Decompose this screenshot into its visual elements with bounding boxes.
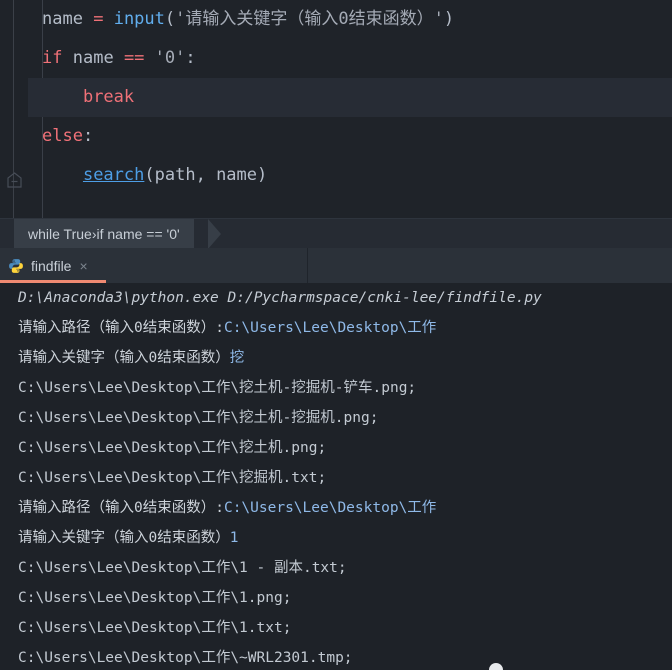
line-else[interactable]: else: [28, 117, 672, 156]
console-result-4[interactable]: C:\Users\Lee\Desktop\工作\挖掘机.txt; [0, 463, 672, 493]
run-tool-tabbar: findfile × [0, 248, 672, 283]
console-result-6[interactable]: C:\Users\Lee\Desktop\工作\1.png; [0, 583, 672, 613]
code-token: ) [443, 9, 455, 29]
code-token: : [185, 48, 196, 68]
console-text: D:\Anaconda3\python.exe D:/Pycharmspace/… [18, 290, 542, 306]
code-text: search(path, name) [42, 156, 267, 195]
code-token: ) [257, 165, 268, 185]
console-result-5[interactable]: C:\Users\Lee\Desktop\工作\1 - 副本.txt; [0, 553, 672, 583]
breadcrumb-tail-arrow [207, 219, 221, 249]
console-result-3[interactable]: C:\Users\Lee\Desktop\工作\挖土机.png; [0, 433, 672, 463]
code-text: name = input('请输入关键字（输入0结束函数）') [42, 0, 454, 39]
console-text: C:\Users\Lee\Desktop\工作\挖土机-挖掘机-铲车.png; [18, 380, 417, 396]
code-token: '0' [154, 48, 186, 68]
console-prompt-keyword-2[interactable]: 请输入关键字（输入0结束函数）1 [0, 523, 672, 553]
console-user-input: 挖 [229, 350, 245, 366]
console-text: 请输入关键字（输入0结束函数） [18, 530, 230, 546]
editor-gutter[interactable] [0, 0, 28, 218]
line-name-input[interactable]: name = input('请输入关键字（输入0结束函数）') [28, 0, 672, 39]
code-token: else [42, 126, 83, 146]
code-link-token[interactable]: search [83, 165, 144, 185]
code-token: , [195, 165, 217, 185]
console-command[interactable]: D:\Anaconda3\python.exe D:/Pycharmspace/… [0, 283, 672, 313]
console-prompt-path-2[interactable]: 请输入路径（输入0结束函数）:C:\Users\Lee\Desktop\工作 [0, 493, 672, 523]
console-prompt-keyword-1[interactable]: 请输入关键字（输入0结束函数）挖 [0, 343, 672, 373]
console-text: C:\Users\Lee\Desktop\工作\~WRL2301.tmp; [18, 650, 353, 666]
code-text: break [42, 78, 134, 117]
code-token: path [154, 165, 196, 185]
console-text: C:\Users\Lee\Desktop\工作\1.txt; [18, 620, 292, 636]
run-console-output[interactable]: D:\Anaconda3\python.exe D:/Pycharmspace/… [0, 283, 672, 670]
breadcrumb-bar: while True › if name == '0' [0, 218, 672, 249]
code-token: name [72, 48, 114, 68]
tab-findfile[interactable]: findfile × [0, 248, 106, 283]
breadcrumb-item[interactable]: if name == '0' [96, 226, 179, 242]
tab-label: findfile [31, 257, 72, 274]
console-result-8[interactable]: C:\Users\Lee\Desktop\工作\~WRL2301.tmp; [0, 643, 672, 670]
code-editor[interactable]: name = input('请输入关键字（输入0结束函数）') if name =… [0, 0, 672, 218]
code-token: input [113, 9, 165, 29]
console-user-input: C:\Users\Lee\Desktop\工作 [223, 320, 437, 336]
console-text: 请输入路径（输入0结束函数）: [18, 500, 224, 516]
code-token: ( [164, 9, 176, 29]
scroll-position-marker [489, 663, 503, 670]
console-prompt-path-1[interactable]: 请输入路径（输入0结束函数）:C:\Users\Lee\Desktop\工作 [0, 313, 672, 343]
pycharm-window: name = input('请输入关键字（输入0结束函数）') if name =… [0, 0, 672, 670]
close-icon[interactable]: × [79, 259, 87, 273]
tabbar-divider [307, 248, 308, 283]
code-token: == [123, 48, 145, 68]
console-user-input: C:\Users\Lee\Desktop\工作 [223, 500, 437, 516]
code-token: break [82, 87, 135, 107]
line-break[interactable]: break [28, 78, 672, 117]
line-search-call[interactable]: search(path, name) [28, 156, 672, 195]
code-token: name [216, 165, 258, 185]
breadcrumb-items: while True › if name == '0' [14, 219, 194, 249]
line-if[interactable]: if name == '0': [28, 39, 672, 78]
console-result-2[interactable]: C:\Users\Lee\Desktop\工作\挖土机-挖掘机.png; [0, 403, 672, 433]
console-text: C:\Users\Lee\Desktop\工作\1 - 副本.txt; [18, 560, 347, 576]
console-text: 请输入关键字（输入0结束函数） [18, 350, 230, 366]
python-file-icon [8, 258, 24, 274]
console-text: 请输入路径（输入0结束函数）: [18, 320, 224, 336]
console-text: C:\Users\Lee\Desktop\工作\挖掘机.txt; [18, 470, 327, 486]
code-fold-marker-icon[interactable] [7, 172, 22, 188]
breadcrumb[interactable]: while True › if name == '0' [14, 219, 221, 249]
code-text: else: [42, 117, 93, 156]
breadcrumb-item[interactable]: while True [28, 226, 92, 242]
console-text: C:\Users\Lee\Desktop\工作\1.png; [18, 590, 292, 606]
code-text: if name == '0': [42, 39, 196, 78]
code-token: if [42, 48, 63, 68]
code-lines-container[interactable]: name = input('请输入关键字（输入0结束函数）') if name =… [28, 0, 672, 218]
code-token: : [82, 126, 94, 146]
console-user-input: 1 [229, 530, 239, 546]
code-token: = [93, 9, 104, 29]
code-token: ( [144, 165, 155, 185]
code-token: name [42, 9, 83, 29]
console-result-7[interactable]: C:\Users\Lee\Desktop\工作\1.txt; [0, 613, 672, 643]
console-text: C:\Users\Lee\Desktop\工作\挖土机.png; [18, 440, 327, 456]
console-result-1[interactable]: C:\Users\Lee\Desktop\工作\挖土机-挖掘机-铲车.png; [0, 373, 672, 403]
code-token: '请输入关键字（输入0结束函数）' [175, 9, 444, 29]
console-text: C:\Users\Lee\Desktop\工作\挖土机-挖掘机.png; [18, 410, 379, 426]
